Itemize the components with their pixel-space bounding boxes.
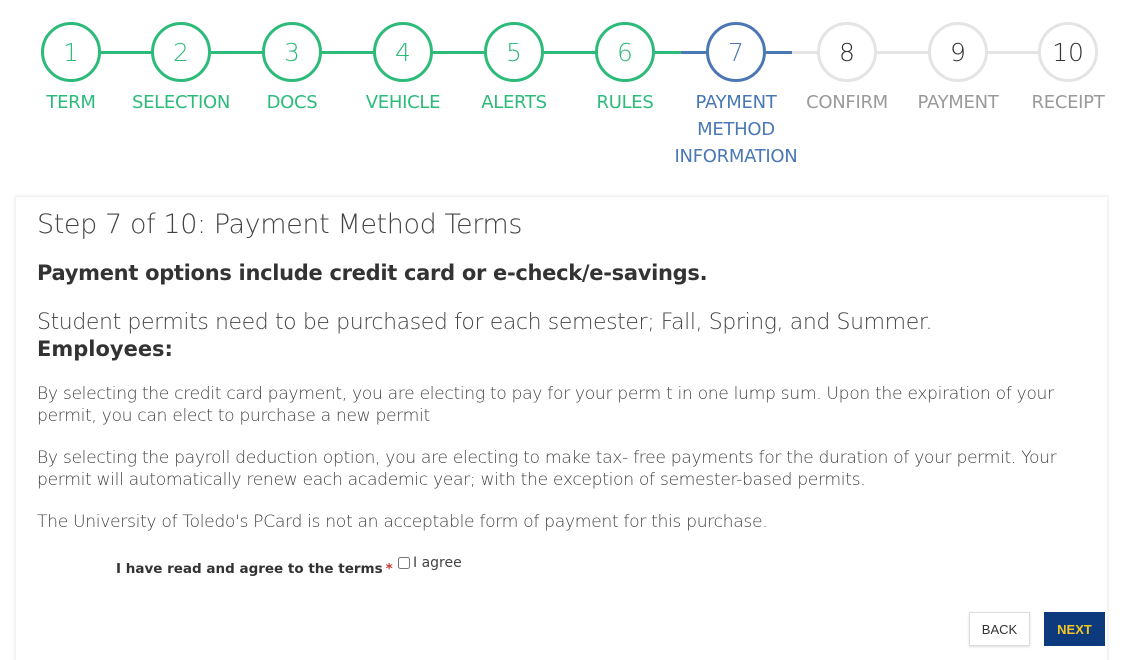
agree-terms-label: I have read and agree to the terms *	[116, 561, 393, 577]
step-label: TERM	[46, 92, 96, 113]
step-number: 4	[373, 22, 433, 82]
step-selection[interactable]: 2 SELECTION	[121, 22, 241, 116]
agree-checkbox-group[interactable]: I agree	[398, 555, 462, 571]
step-term[interactable]: 1 TERM	[11, 22, 131, 116]
step-docs[interactable]: 3 DOCS	[232, 22, 352, 116]
step-number: 8	[817, 22, 877, 82]
step-confirm: 8 CONFIRM	[787, 22, 907, 116]
step-number: 1	[41, 22, 101, 82]
student-permits-note: Student permits need to be purchased for…	[37, 310, 933, 335]
step-label: SELECTION	[131, 92, 230, 113]
credit-card-paragraph: By selecting the credit card payment, yo…	[37, 384, 1054, 426]
step-label-line: METHOD	[697, 119, 775, 140]
step-label-line: INFORMATION	[674, 146, 798, 167]
next-button[interactable]: NEXT	[1044, 612, 1105, 646]
step-number: 7	[706, 22, 766, 82]
payroll-deduction-paragraph: By selecting the payroll deduction optio…	[37, 448, 1057, 490]
step-label: DOCS	[266, 92, 318, 113]
step-label: VEHICLE	[365, 92, 441, 113]
step-label: RECEIPT	[1031, 92, 1105, 113]
step-number: 10	[1038, 22, 1098, 82]
step-label: ALERTS	[481, 92, 547, 113]
step-label: CONFIRM	[806, 92, 888, 113]
step-number: 3	[262, 22, 322, 82]
agree-terms-text: I have read and agree to the terms	[116, 561, 383, 577]
agree-checkbox[interactable]	[398, 557, 410, 569]
agree-checkbox-label[interactable]: I agree	[413, 555, 462, 571]
required-asterisk: *	[385, 561, 393, 577]
step-number: 6	[595, 22, 655, 82]
step-label: PAYMENT	[917, 92, 999, 113]
employees-heading: Employees:	[37, 337, 173, 361]
pcard-paragraph: The University of Toledo's PCard is not …	[37, 512, 768, 532]
payment-options-heading: Payment options include credit card or e…	[37, 261, 708, 285]
step-receipt: 10 RECEIPT	[1008, 22, 1125, 116]
step-number: 2	[151, 22, 211, 82]
step-payment: 9 PAYMENT	[898, 22, 1018, 116]
step-vehicle[interactable]: 4 VEHICLE	[343, 22, 463, 116]
step-alerts[interactable]: 5 ALERTS	[454, 22, 574, 116]
page-title: Step 7 of 10: Payment Method Terms	[37, 209, 523, 240]
back-button[interactable]: BACK	[969, 612, 1030, 646]
step-number: 9	[928, 22, 988, 82]
progress-stepper: 1 TERM 2 SELECTION 3 DOCS 4 VEHICLE 5 AL…	[0, 0, 1125, 180]
step-number: 5	[484, 22, 544, 82]
payment-terms-card: Step 7 of 10: Payment Method Terms Payme…	[15, 196, 1108, 660]
